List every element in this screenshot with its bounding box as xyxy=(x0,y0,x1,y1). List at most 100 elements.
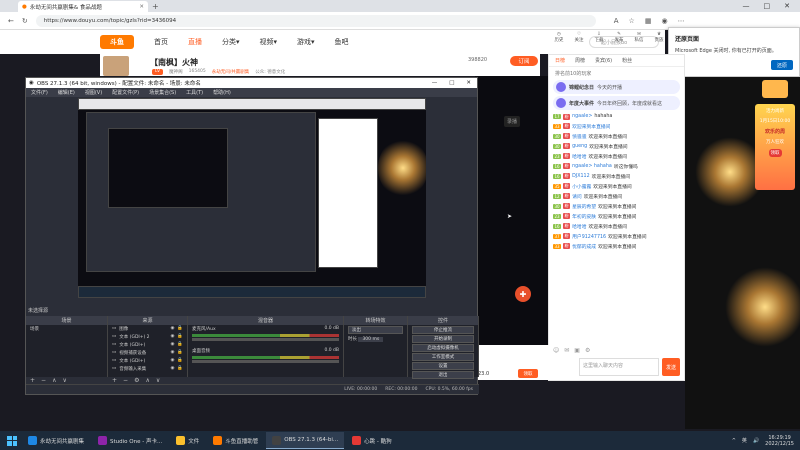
gift-icon[interactable]: ✉ xyxy=(564,347,569,354)
ime-icon[interactable]: 英 xyxy=(742,437,747,444)
follow-icon[interactable]: ♡ 关注 xyxy=(572,32,586,43)
nav-yuba[interactable]: 鱼吧 xyxy=(335,37,349,47)
chat-message[interactable]: 30 粉星辰的希望 欢迎来到本直播间 xyxy=(549,201,684,211)
chat-nick[interactable]: DJX112 xyxy=(572,174,590,179)
source-item[interactable]: ▭ 文本 (GDI+) ◉ 🔒 xyxy=(108,341,187,349)
download-icon[interactable]: ⇩ 下载 xyxy=(592,32,606,43)
chat-nick[interactable]: ngaale> hahaha xyxy=(572,164,612,169)
image-icon[interactable]: ▣ xyxy=(574,347,580,354)
visibility-eye-icon[interactable]: ◉ xyxy=(170,342,174,348)
visibility-eye-icon[interactable]: ◉ xyxy=(170,350,174,356)
nav-home[interactable]: 首页 xyxy=(154,37,168,47)
taskbar-app[interactable]: 永劫无间共赢剧集 xyxy=(22,432,90,449)
clock[interactable]: 16:29:19 2022/12/15 xyxy=(765,435,794,447)
taskbar-app[interactable]: 斗鱼直播助管 xyxy=(207,432,264,449)
chat-message[interactable]: 23 粉哈哈哈 欢迎来到本直播间 xyxy=(549,151,684,161)
tab-daily-rank[interactable]: 日榜 xyxy=(555,57,565,64)
source-item[interactable]: ▭ 文本 (GDI+) ◉ 🔒 xyxy=(108,357,187,365)
side-ad-banner[interactable]: 活力尚新 1月15日10:00 欢乐的周 万人狂欢 领取 xyxy=(755,104,795,190)
stream-tag[interactable]: 魔神阁 xyxy=(169,69,183,75)
douyu-float-icon[interactable]: ✚ xyxy=(515,286,531,302)
obs-close-button[interactable]: ✕ xyxy=(466,80,471,86)
chat-nick[interactable]: 哈哈哈 xyxy=(572,223,586,230)
chat-input[interactable]: 这里输入聊天内容 xyxy=(579,358,659,376)
chat-message[interactable]: 16 粉 DJX112 欢迎来到本直播间 xyxy=(549,171,684,181)
chat-nick[interactable]: ngaale> xyxy=(572,114,592,119)
nav-live[interactable]: 直播 xyxy=(188,37,202,47)
chat-nick[interactable]: 愤骚骚 xyxy=(572,133,586,140)
stream-tag[interactable]: 公众: 德意文化 xyxy=(255,69,285,75)
tray-expand-icon[interactable]: ^ xyxy=(732,438,736,444)
nav-category[interactable]: 分类▾ xyxy=(222,37,240,47)
menu-profile[interactable]: 配置文件(P) xyxy=(112,89,139,96)
read-aloud-icon[interactable]: A xyxy=(614,17,619,25)
transition-duration-input[interactable]: 300 ms xyxy=(358,337,384,342)
menu-file[interactable]: 文件(F) xyxy=(31,89,48,96)
emoji-icon[interactable]: ☺ xyxy=(553,347,559,354)
chat-message-list[interactable]: 17 粉 ngaale> hahaha 33 粉欢迎来到本直播间 30 粉愤骚骚 欢迎来到本直播… xyxy=(549,112,684,251)
settings-icon[interactable]: ⚙ xyxy=(585,347,590,354)
close-button[interactable]: ✕ xyxy=(784,2,790,10)
chat-notice[interactable]: 年度大事件 今日年终回顾，年度成就看这 xyxy=(553,96,680,110)
chat-message[interactable]: 30 粉 gueng 欢迎来到本直播间 xyxy=(549,141,684,151)
history-icon[interactable]: ◷ 历史 xyxy=(552,32,566,43)
chat-message[interactable]: 35 粉小小露露 欢迎来到本直播间 xyxy=(549,181,684,191)
obs-control-button[interactable]: 停止推流 xyxy=(412,326,474,334)
lock-icon[interactable]: 🔒 xyxy=(177,358,183,364)
subscribe-button[interactable]: 订阅 xyxy=(510,56,538,66)
nav-game[interactable]: 游戏▾ xyxy=(297,37,315,47)
favorite-icon[interactable]: ☆ xyxy=(629,17,635,25)
browser-tab[interactable]: ● 永劫无间共赢剧集& 食品战题 ✕ xyxy=(18,1,148,12)
visibility-eye-icon[interactable]: ◉ xyxy=(170,366,174,372)
chat-nick[interactable]: 用户91247716 xyxy=(572,233,606,240)
visibility-eye-icon[interactable]: ◉ xyxy=(170,358,174,364)
mixer-volume-slider[interactable] xyxy=(192,360,339,363)
obs-control-button[interactable]: 退出 xyxy=(412,371,474,379)
menu-help[interactable]: 帮助(H) xyxy=(213,89,231,96)
source-item[interactable]: ▭ 图像 ◉ 🔒 xyxy=(108,325,187,333)
obs-minimize-button[interactable]: — xyxy=(432,80,438,86)
lock-icon[interactable]: 🔒 xyxy=(177,334,183,340)
obs-preview[interactable] xyxy=(78,98,426,298)
mixer-volume-slider[interactable] xyxy=(192,338,339,341)
refresh-icon[interactable]: ↻ xyxy=(22,17,28,25)
minimize-button[interactable]: — xyxy=(743,2,750,10)
message-icon[interactable]: ✉ 私信 xyxy=(632,32,646,43)
chat-message[interactable]: 30 粉愤骚骚 欢迎来到本直播间 xyxy=(549,131,684,141)
url-field[interactable]: https://www.douyu.com/topic/gzls?rid=343… xyxy=(35,14,596,27)
more-icon[interactable]: ⋯ xyxy=(678,17,685,25)
chat-message[interactable]: 23 粉年初的皮肤 欢迎来到本直播间 xyxy=(549,211,684,221)
volume-icon[interactable]: 🔊 xyxy=(753,438,759,444)
taskbar-app[interactable]: 心跳 - 酷狗 xyxy=(346,432,397,449)
chat-nick[interactable]: 请问 xyxy=(572,193,582,200)
chat-nick[interactable]: 忧郁的成成 xyxy=(572,243,596,250)
site-logo[interactable]: 斗鱼 xyxy=(100,35,134,49)
menu-view[interactable]: 视图(V) xyxy=(85,89,102,96)
streamer-avatar[interactable] xyxy=(103,56,129,76)
chat-message[interactable]: 12 粉请问 欢迎来到本直播间 xyxy=(549,191,684,201)
taskbar-app[interactable]: OBS 27.1.3 (64-bi... xyxy=(266,432,345,449)
profile-icon[interactable]: ◉ xyxy=(661,17,667,25)
new-tab-button[interactable]: + xyxy=(152,2,159,11)
chat-message[interactable]: 33 粉忧郁的成成 欢迎来到本直播间 xyxy=(549,241,684,251)
back-icon[interactable]: ← xyxy=(8,17,14,25)
obs-control-button[interactable]: 设置 xyxy=(412,362,474,370)
tab-vip[interactable]: 贵宾(6) xyxy=(595,57,612,64)
side-ad-small[interactable] xyxy=(762,80,788,98)
chat-nick[interactable]: 欢迎来到本直播间 xyxy=(572,123,610,130)
visibility-eye-icon[interactable]: ◉ xyxy=(170,326,174,332)
gift-claim-button[interactable]: 领取 xyxy=(518,369,538,378)
tab-fans[interactable]: 粉丝 xyxy=(622,57,632,64)
stream-tag[interactable]: 永劫无间/共赢剧集 xyxy=(212,69,250,75)
chat-message[interactable]: 17 粉 ngaale> hahaha xyxy=(549,112,684,121)
obs-control-button[interactable]: 开始录制 xyxy=(412,335,474,343)
menu-edit[interactable]: 编辑(E) xyxy=(58,89,75,96)
menu-scene-collection[interactable]: 场景集合(S) xyxy=(149,89,176,96)
tab-weekly-rank[interactable]: 周榜 xyxy=(575,57,585,64)
taskbar-app[interactable]: 文件 xyxy=(170,432,205,449)
restore-button[interactable]: 还原 xyxy=(771,60,793,70)
chat-notice[interactable]: 锦鲤纪念日 今天的开播 xyxy=(553,80,680,94)
start-button[interactable] xyxy=(4,433,20,449)
lock-icon[interactable]: 🔒 xyxy=(177,350,183,356)
chat-message[interactable]: 16 粉 ngaale> hahaha 听这你懂吗 xyxy=(549,161,684,171)
